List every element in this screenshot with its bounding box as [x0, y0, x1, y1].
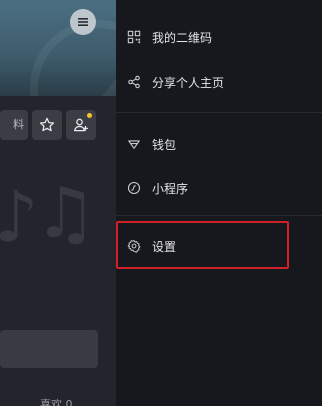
favorite-button[interactable] [32, 110, 62, 140]
blurred-content: ♪ ♫ [0, 175, 116, 275]
share-icon [126, 74, 142, 90]
drawer-item-label: 我的二维码 [152, 30, 213, 45]
side-drawer: 我的二维码 分享个人主页 钱包 小程序 设置 [116, 0, 322, 406]
mini-program-icon [126, 180, 142, 196]
divider [116, 112, 322, 113]
edit-profile-button[interactable]: 料 [0, 110, 28, 140]
highlight-outline [116, 221, 289, 269]
qr-code-icon [126, 29, 142, 45]
wallet-icon [126, 136, 142, 152]
profile-cover-image [0, 0, 116, 96]
star-outline-icon [39, 117, 55, 132]
edit-profile-label: 料 [13, 118, 24, 131]
add-user-icon [73, 118, 89, 132]
drawer-item-label: 小程序 [152, 181, 189, 196]
drawer-item-wallet[interactable]: 钱包 [116, 129, 322, 159]
blurred-panel [0, 330, 98, 368]
drawer-item-share-profile[interactable]: 分享个人主页 [116, 67, 322, 97]
profile-actions: 料 [0, 110, 116, 142]
divider [116, 215, 322, 216]
likes-count: 喜欢 0 [40, 398, 73, 406]
blurred-glyph: ♪ [0, 175, 39, 258]
hamburger-menu-icon [78, 18, 88, 26]
drawer-item-qr-code[interactable]: 我的二维码 [116, 22, 322, 52]
add-friend-button[interactable] [66, 110, 96, 140]
menu-button[interactable] [70, 9, 96, 35]
drawer-item-label: 钱包 [152, 137, 177, 152]
drawer-item-label: 分享个人主页 [152, 75, 225, 90]
notification-dot [87, 113, 92, 118]
drawer-item-mini-program[interactable]: 小程序 [116, 173, 322, 203]
blurred-glyph: ♫ [34, 175, 97, 254]
screen: 料 ♪ ♫ 喜欢 0 我的二维码 分享个人主页 钱包 小程序 设置 [0, 0, 322, 406]
